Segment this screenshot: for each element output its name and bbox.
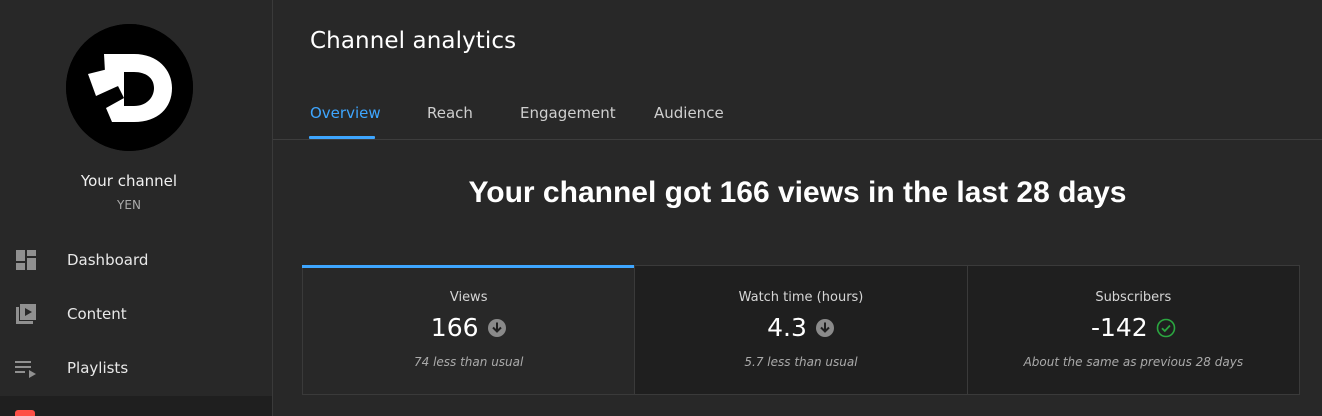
sidebar-item-playlists[interactable]: Playlists xyxy=(0,344,272,392)
metric-card-views[interactable]: Views 166 74 less than usual xyxy=(301,265,636,394)
channel-logo-icon xyxy=(66,24,193,151)
playlists-icon xyxy=(14,356,38,380)
sidebar-item-dashboard[interactable]: Dashboard xyxy=(0,236,272,284)
summary-headline: Your channel got 166 views in the last 2… xyxy=(468,176,1127,209)
dashboard-icon xyxy=(14,248,38,272)
metric-note: About the same as previous 28 days xyxy=(1023,355,1244,369)
arrow-down-icon xyxy=(815,318,834,337)
metric-card-subscribers[interactable]: Subscribers -142 About the same as previ… xyxy=(968,266,1299,394)
sidebar: Your channel YEN Dashboard Content Playl… xyxy=(0,0,273,416)
metric-value-row: 4.3 xyxy=(635,313,966,342)
metric-value-row: -142 xyxy=(968,313,1299,342)
analytics-icon xyxy=(15,410,35,416)
tab-reach[interactable]: Reach xyxy=(427,104,473,122)
metric-value-row: 166 xyxy=(303,313,634,342)
metric-value: -142 xyxy=(1090,313,1148,342)
channel-name: Your channel xyxy=(80,172,178,190)
content-icon xyxy=(14,302,38,326)
sidebar-item-content[interactable]: Content xyxy=(0,290,272,338)
tab-engagement[interactable]: Engagement xyxy=(520,104,616,122)
sidebar-item-partial[interactable] xyxy=(0,396,272,416)
metric-cards: Views 166 74 less than usual Watch time … xyxy=(301,265,1300,395)
main-content: Channel analytics Overview Reach Engagem… xyxy=(273,0,1322,416)
active-tab-indicator xyxy=(309,136,375,139)
metric-label: Views xyxy=(449,290,488,305)
tab-audience[interactable]: Audience xyxy=(654,104,724,122)
metric-label: Subscribers xyxy=(1095,290,1172,305)
metric-note: 5.7 less than usual xyxy=(744,355,858,369)
metric-label: Watch time (hours) xyxy=(738,290,864,305)
arrow-down-icon xyxy=(487,318,506,337)
metric-value: 4.3 xyxy=(767,313,807,342)
studio-app: Your channel YEN Dashboard Content Playl… xyxy=(0,0,1322,416)
page-title: Channel analytics xyxy=(310,28,517,54)
sidebar-item-label: Dashboard xyxy=(67,251,149,269)
metric-value: 166 xyxy=(430,313,479,342)
sidebar-item-label: Content xyxy=(67,305,127,323)
sidebar-item-label: Playlists xyxy=(67,359,129,377)
channel-handle: YEN xyxy=(117,198,141,212)
metric-card-watch-time[interactable]: Watch time (hours) 4.3 5.7 less than usu… xyxy=(635,266,968,394)
channel-avatar[interactable] xyxy=(66,24,193,151)
tab-bar: Overview Reach Engagement Audience xyxy=(273,88,1322,140)
tab-overview[interactable]: Overview xyxy=(310,104,381,122)
check-circle-icon xyxy=(1156,318,1175,337)
metric-note: 74 less than usual xyxy=(413,355,524,369)
